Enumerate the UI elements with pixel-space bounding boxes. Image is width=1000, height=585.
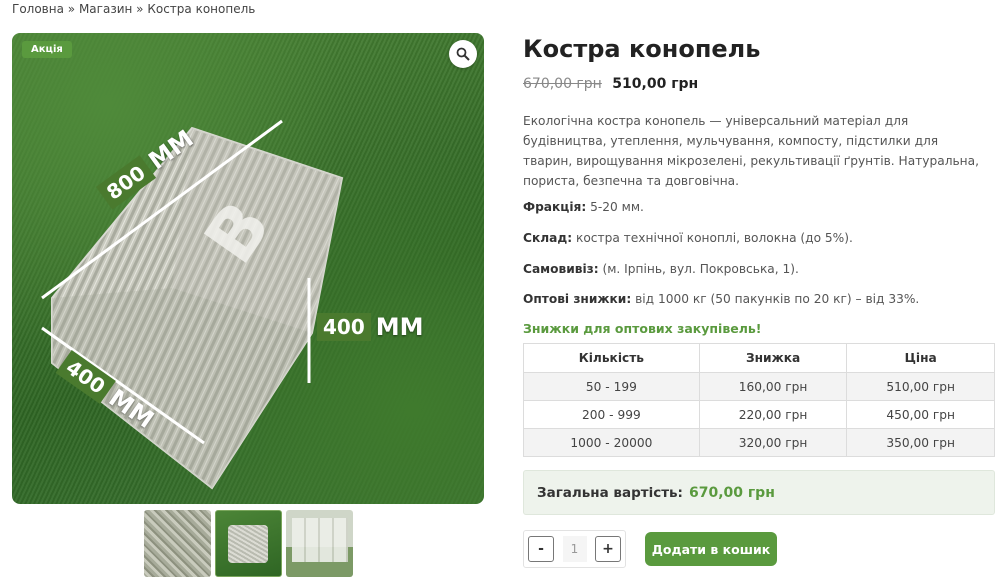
product-title: Костра конопель — [523, 35, 761, 63]
attribute-label: Склад: — [523, 231, 573, 245]
quantity-input[interactable]: 1 — [562, 536, 587, 562]
add-to-cart-button[interactable]: Додати в кошик — [645, 532, 777, 566]
search-icon — [456, 47, 470, 61]
attribute-value: 5-20 мм. — [586, 200, 644, 214]
wholesale-promo-text: Знижки для оптових закупівель! — [523, 321, 762, 336]
column-header-discount: Знижка — [698, 343, 848, 373]
attribute-pickup: Самовивіз: (м. Ірпінь, вул. Покровська, … — [523, 262, 799, 276]
attribute-value: (м. Ірпінь, вул. Покровська, 1). — [598, 262, 799, 276]
breadcrumb-separator: » — [136, 2, 144, 16]
zoom-button[interactable] — [449, 40, 477, 68]
table-cell: 200 - 999 — [523, 400, 700, 429]
product-price: 670,00 грн 510,00 грн — [523, 76, 698, 92]
total-label: Загальна вартість: — [537, 484, 683, 501]
table-row: 50 - 199 160,00 грн 510,00 грн — [523, 372, 995, 401]
table-cell: 350,00 грн — [846, 428, 995, 457]
old-price: 670,00 грн — [523, 76, 602, 92]
discount-table: Кількість Знижка Ціна 50 - 199 160,00 гр… — [523, 343, 995, 457]
table-cell: 1000 - 20000 — [523, 428, 700, 457]
table-cell: 220,00 грн — [698, 400, 848, 429]
attribute-label: Фракція: — [523, 200, 587, 214]
table-cell: 160,00 грн — [698, 372, 848, 401]
breadcrumb-separator: » — [67, 2, 76, 16]
table-row: 200 - 999 220,00 грн 450,00 грн — [523, 400, 995, 429]
decrease-quantity-button[interactable]: - — [528, 536, 554, 562]
table-cell: 50 - 199 — [523, 372, 700, 401]
table-cell: 510,00 грн — [846, 372, 995, 401]
table-row: 1000 - 20000 320,00 грн 350,00 грн — [523, 428, 995, 457]
attribute-value: від 1000 кг (50 пакунків по 20 кг) – від… — [631, 292, 920, 306]
breadcrumb-current: Костра конопель — [147, 2, 256, 16]
height-dimension-value: 400 — [317, 313, 371, 341]
hemp-bale-illustration: B — [41, 119, 344, 490]
gallery-thumbnail-1[interactable] — [144, 510, 211, 577]
table-cell: 450,00 грн — [846, 400, 995, 429]
total-price-box: Загальна вартість: 670,00 грн — [523, 470, 995, 515]
product-main-image[interactable]: B 800 ММ 400 ММ 400 ММ — [12, 33, 484, 504]
column-header-price: Ціна — [846, 343, 995, 373]
increase-quantity-button[interactable]: + — [595, 536, 621, 562]
breadcrumb-shop-link[interactable]: Магазин — [79, 2, 132, 16]
breadcrumb: Головна » Магазин » Костра конопель — [12, 2, 255, 16]
sale-price: 510,00 грн — [612, 76, 699, 92]
column-header-quantity: Кількість — [523, 343, 700, 373]
product-description: Екологічна костра конопель — універсальн… — [523, 114, 979, 188]
table-header-row: Кількість Знижка Ціна — [523, 343, 995, 373]
sale-badge: Акція — [22, 41, 72, 58]
attribute-label: Оптові знижки: — [523, 292, 632, 306]
attribute-wholesale: Оптові знижки: від 1000 кг (50 пакунків … — [523, 292, 919, 306]
breadcrumb-home-link[interactable]: Головна — [12, 2, 64, 16]
table-cell: 320,00 грн — [698, 428, 848, 457]
attribute-composition: Склад: костра технічної коноплі, волокна… — [523, 231, 853, 245]
height-dimension-unit: ММ — [375, 313, 424, 341]
total-value: 670,00 грн — [688, 484, 775, 501]
attribute-label: Самовивіз: — [523, 262, 599, 276]
gallery-thumbnail-2[interactable] — [215, 510, 282, 577]
gallery-thumbnail-3[interactable] — [286, 510, 353, 577]
attribute-value: костра технічної коноплі, волокна (до 5%… — [572, 231, 853, 245]
attribute-fraction: Фракція: 5-20 мм. — [523, 200, 644, 214]
quantity-stepper: - 1 + — [523, 530, 626, 568]
height-dimension-label: 400 ММ — [317, 313, 424, 341]
